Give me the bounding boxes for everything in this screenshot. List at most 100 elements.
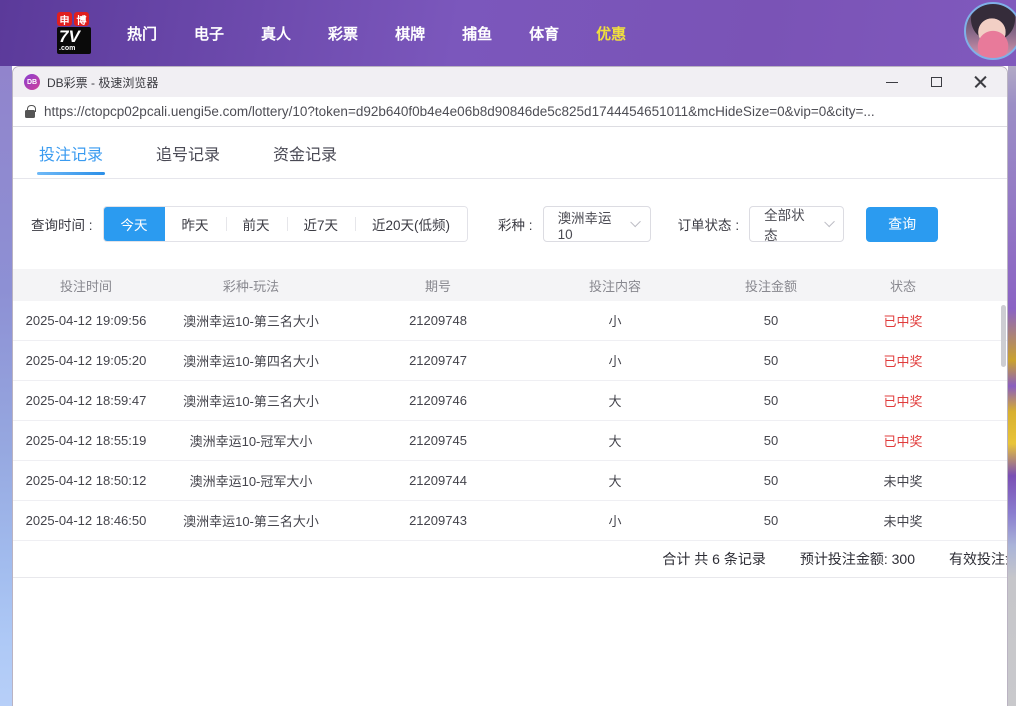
cell-game: 澳洲幸运10-冠军大小 [189,474,313,489]
summary-total: 合计 共 6 条记录 [662,551,766,567]
lock-icon [25,104,36,118]
db-logo-icon: DB [24,74,40,90]
cell-game: 澳洲幸运10-第三名大小 [183,314,319,329]
url-text: https://ctopcp02pcali.uengi5e.com/lotter… [44,104,875,119]
nav-item-fishing[interactable]: 捕鱼 [462,23,492,44]
tab-fund-records[interactable]: 资金记录 [273,127,337,178]
cell-time: 2025-04-12 19:09:56 [25,313,147,328]
time-option-20days[interactable]: 近20天(低频) [355,207,468,241]
cell-issue: 21209745 [409,433,467,448]
nav-item-cards[interactable]: 棋牌 [395,23,425,44]
window-title: DB彩票 - 极速浏览器 [47,75,159,90]
summary-row: 合计 共 6 条记录 预计投注金额: 300 有效投注金 [13,541,1007,578]
desktop-frame: DB DB彩票 - 极速浏览器 https://ctopcp02pcali.ue… [0,66,1016,706]
cell-amount: 50 [763,473,779,488]
cell-time: 2025-04-12 18:59:47 [25,393,147,408]
main-nav: 热门 电子 真人 彩票 棋牌 捕鱼 体育 优惠 [127,23,626,44]
cell-amount: 50 [763,393,779,408]
cell-amount: 50 [763,433,779,448]
background-strip-left [0,66,12,706]
cell-content: 小 [608,514,622,529]
nav-item-sports[interactable]: 体育 [529,23,559,44]
cell-amount: 50 [763,353,779,368]
cell-issue: 21209743 [409,513,467,528]
status-badge: 未中奖 [883,514,923,529]
maximize-icon [930,77,942,87]
chevron-down-icon [630,216,642,228]
status-badge: 已中奖 [883,434,923,449]
logo-red-badges: 申 博 [57,12,91,27]
status-badge: 已中奖 [883,354,923,369]
chevron-down-icon [824,216,835,228]
nav-item-live[interactable]: 真人 [261,23,291,44]
avatar[interactable] [964,2,1016,60]
minimize-button[interactable] [877,70,907,94]
cell-amount: 50 [763,513,779,528]
lottery-select[interactable]: 澳洲幸运10 [542,206,651,242]
status-filter-label: 订单状态 : [677,218,740,233]
status-select[interactable]: 全部状态 [749,206,845,243]
logo-char-1: 申 [57,12,72,27]
close-icon [974,76,987,89]
cell-content: 小 [608,314,622,329]
cell-game: 澳洲幸运10-第四名大小 [183,354,319,369]
cell-time: 2025-04-12 19:05:20 [25,353,147,368]
query-button[interactable]: 查询 [866,206,939,242]
address-bar[interactable]: https://ctopcp02pcali.uengi5e.com/lotter… [13,97,1007,127]
cell-content: 大 [608,474,622,489]
logo-brand-box: 7V .com [57,27,91,54]
tab-chase-records[interactable]: 追号记录 [156,127,220,178]
status-select-value: 全部状态 [764,208,805,243]
col-header-amount: 投注金额 [744,278,797,294]
cell-issue: 21209746 [409,393,467,408]
minimize-icon [886,81,898,83]
scrollbar-thumb[interactable] [1001,305,1006,367]
site-topbar: 申 博 7V .com 热门 电子 真人 彩票 棋牌 捕鱼 体育 优惠 [0,0,1016,66]
window-titlebar: DB DB彩票 - 极速浏览器 [13,67,1007,97]
cell-game: 澳洲幸运10-第三名大小 [183,514,319,529]
filter-bar: 查询时间 : 今天 昨天 前天 近7天 近20天(低频) 彩种 : 澳洲幸运10… [31,206,1007,243]
logo-suffix: .com [59,45,76,52]
maximize-button[interactable] [921,70,951,94]
time-option-yesterday[interactable]: 昨天 [164,207,226,241]
cell-issue: 21209744 [409,473,467,488]
table-header-row: 投注时间 彩种-玩法 期号 投注内容 投注金额 状态 [13,269,1007,301]
record-tabs: 投注记录 追号记录 资金记录 [13,127,1007,179]
cell-time: 2025-04-12 18:50:12 [25,473,147,488]
table-row: 2025-04-12 18:55:19 澳洲幸运10-冠军大小 21209745… [13,421,1007,461]
browser-window: DB DB彩票 - 极速浏览器 https://ctopcp02pcali.ue… [12,66,1008,706]
nav-item-lottery[interactable]: 彩票 [328,23,358,44]
status-badge: 已中奖 [883,314,923,329]
lottery-select-value: 澳洲幸运10 [557,210,612,242]
summary-expected-amount: 预计投注金额: 300 [799,551,915,567]
close-button[interactable] [965,70,995,94]
cell-issue: 21209748 [409,313,467,328]
logo-char-2: 博 [74,12,89,27]
table-row: 2025-04-12 18:59:47 澳洲幸运10-第三名大小 2120974… [13,381,1007,421]
status-badge: 未中奖 [883,474,923,489]
summary-valid-amount: 有效投注金 [949,551,1007,567]
col-header-issue: 期号 [424,278,451,294]
cell-game: 澳洲幸运10-第三名大小 [183,394,319,409]
time-filter-label: 查询时间 : [31,218,93,233]
nav-item-slots[interactable]: 电子 [194,23,224,44]
table-row: 2025-04-12 18:46:50 澳洲幸运10-第三名大小 2120974… [13,501,1007,541]
nav-item-promo[interactable]: 优惠 [596,23,626,44]
time-filter-group: 今天 昨天 前天 近7天 近20天(低频) [102,206,469,242]
col-header-game: 彩种-玩法 [222,278,280,294]
col-header-time: 投注时间 [59,278,112,294]
tab-bet-records[interactable]: 投注记录 [36,127,106,178]
logo-brand: 7V [59,27,80,46]
col-header-content: 投注内容 [588,278,641,294]
window-controls [877,70,999,94]
time-option-daybefore[interactable]: 前天 [225,207,287,241]
table-row: 2025-04-12 19:09:56 澳洲幸运10-第三名大小 2120974… [13,301,1007,341]
cell-amount: 50 [763,313,779,328]
table-row: 2025-04-12 18:50:12 澳洲幸运10-冠军大小 21209744… [13,461,1007,501]
time-option-7days[interactable]: 近7天 [286,207,356,241]
site-logo[interactable]: 申 博 7V .com [57,12,91,54]
time-option-today[interactable]: 今天 [103,207,165,241]
cell-content: 小 [608,354,622,369]
cell-time: 2025-04-12 18:55:19 [25,433,147,448]
nav-item-hot[interactable]: 热门 [127,23,157,44]
